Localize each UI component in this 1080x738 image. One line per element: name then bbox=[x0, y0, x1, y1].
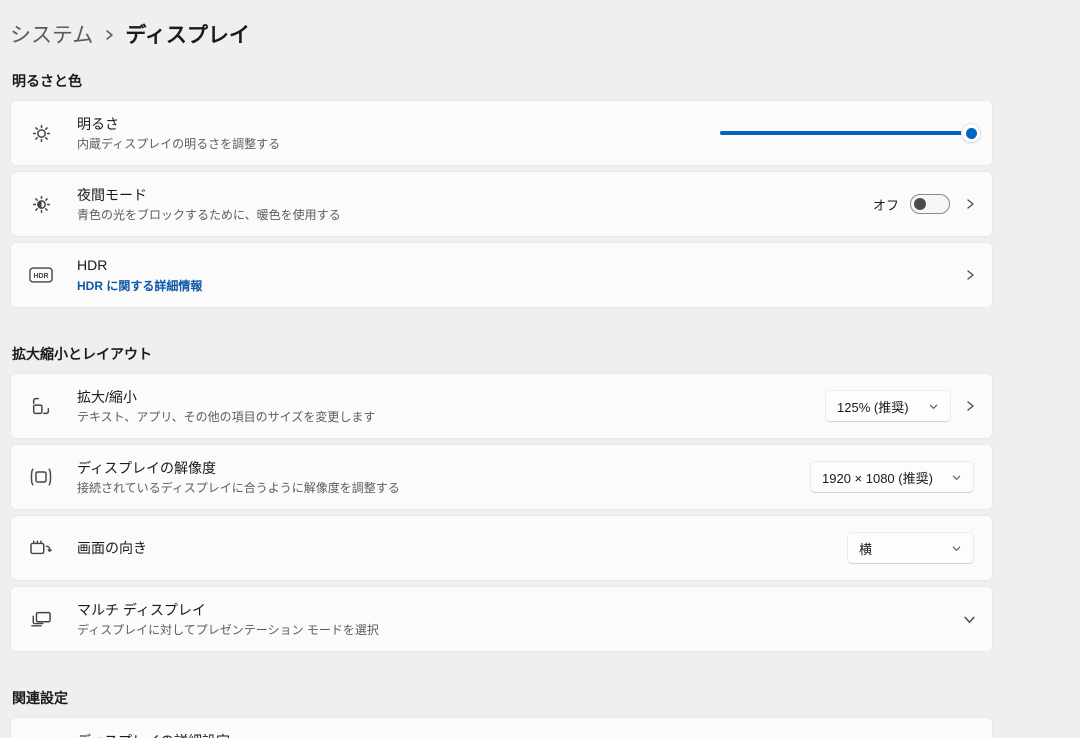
night-light-title: 夜間モード bbox=[77, 186, 873, 205]
night-light-subtitle: 青色の光をブロックするために、暖色を使用する bbox=[77, 207, 873, 223]
scale-title: 拡大/縮小 bbox=[77, 388, 825, 407]
multi-display-title: マルチ ディスプレイ bbox=[77, 601, 963, 620]
hdr-badge-icon: HDR bbox=[29, 266, 53, 284]
row-scale: 拡大/縮小 テキスト、アプリ、その他の項目のサイズを変更します 125% (推奨… bbox=[10, 373, 993, 439]
resolution-subtitle: 接続されているディスプレイに合うように解像度を調整する bbox=[77, 480, 810, 496]
hdr-info-link[interactable]: HDR に関する詳細情報 bbox=[77, 278, 964, 294]
night-light-toggle-label: オフ bbox=[873, 195, 899, 214]
chevron-right-icon bbox=[103, 26, 115, 42]
chevron-right-icon bbox=[964, 269, 976, 281]
scale-subtitle: テキスト、アプリ、その他の項目のサイズを変更します bbox=[77, 409, 825, 425]
advanced-display-title: ディスプレイの詳細設定 bbox=[77, 732, 964, 738]
toggle-knob bbox=[914, 198, 926, 210]
orientation-dropdown-value: 横 bbox=[859, 539, 872, 558]
brightness-slider[interactable] bbox=[720, 123, 972, 143]
chevron-down-icon bbox=[951, 543, 962, 554]
resolution-title: ディスプレイの解像度 bbox=[77, 459, 810, 478]
orientation-dropdown[interactable]: 横 bbox=[847, 532, 974, 564]
section-title-scale-layout: 拡大縮小とレイアウト bbox=[12, 344, 993, 364]
night-light-icon bbox=[29, 194, 53, 215]
section-title-related-settings: 関連設定 bbox=[12, 688, 993, 708]
svg-text:HDR: HDR bbox=[34, 273, 49, 280]
night-light-toggle[interactable] bbox=[910, 194, 950, 214]
row-hdr[interactable]: HDR HDR HDR に関する詳細情報 bbox=[10, 242, 993, 308]
rotate-screen-icon bbox=[29, 538, 53, 558]
row-multi-display[interactable]: マルチ ディスプレイ ディスプレイに対してプレゼンテーション モードを選択 bbox=[10, 586, 993, 652]
brightness-title: 明るさ bbox=[77, 115, 720, 134]
brightness-slider-fill bbox=[720, 131, 972, 135]
row-brightness: 明るさ 内蔵ディスプレイの明るさを調整する bbox=[10, 100, 993, 166]
chevron-right-icon bbox=[964, 198, 976, 210]
row-resolution: ディスプレイの解像度 接続されているディスプレイに合うように解像度を調整する 1… bbox=[10, 444, 993, 510]
resolution-dropdown[interactable]: 1920 × 1080 (推奨) bbox=[810, 461, 974, 493]
page-title: ディスプレイ bbox=[125, 19, 250, 49]
multi-display-subtitle: ディスプレイに対してプレゼンテーション モードを選択 bbox=[77, 622, 963, 638]
brightness-slider-thumb[interactable] bbox=[961, 123, 981, 143]
brightness-subtitle: 内蔵ディスプレイの明るさを調整する bbox=[77, 136, 720, 152]
section-title-brightness-color: 明るさと色 bbox=[12, 71, 993, 91]
chevron-down-icon bbox=[963, 613, 976, 626]
scale-icon bbox=[29, 395, 53, 417]
chevron-down-icon bbox=[928, 401, 939, 412]
hdr-title: HDR bbox=[77, 256, 964, 275]
settings-display-page: システム ディスプレイ 明るさと色 明るさ 内蔵ディスプレイの明るさを調整する bbox=[0, 0, 1080, 738]
scale-dropdown-value: 125% (推奨) bbox=[837, 397, 909, 416]
resolution-icon bbox=[29, 467, 53, 487]
scale-dropdown[interactable]: 125% (推奨) bbox=[825, 390, 951, 422]
row-advanced-display[interactable]: ディスプレイの詳細設定 ディスプレイ情報、リフレッシュ レートなどを表示します bbox=[10, 717, 993, 738]
chevron-down-icon bbox=[951, 472, 962, 483]
chevron-right-icon bbox=[964, 400, 976, 412]
breadcrumb-system[interactable]: システム bbox=[10, 19, 93, 49]
orientation-title: 画面の向き bbox=[77, 539, 847, 558]
multi-display-icon bbox=[29, 609, 53, 629]
breadcrumb: システム ディスプレイ bbox=[10, 18, 993, 50]
resolution-dropdown-value: 1920 × 1080 (推奨) bbox=[822, 468, 933, 487]
row-orientation: 画面の向き 横 bbox=[10, 515, 993, 581]
sun-icon bbox=[29, 123, 53, 144]
row-night-light: 夜間モード 青色の光をブロックするために、暖色を使用する オフ bbox=[10, 171, 993, 237]
